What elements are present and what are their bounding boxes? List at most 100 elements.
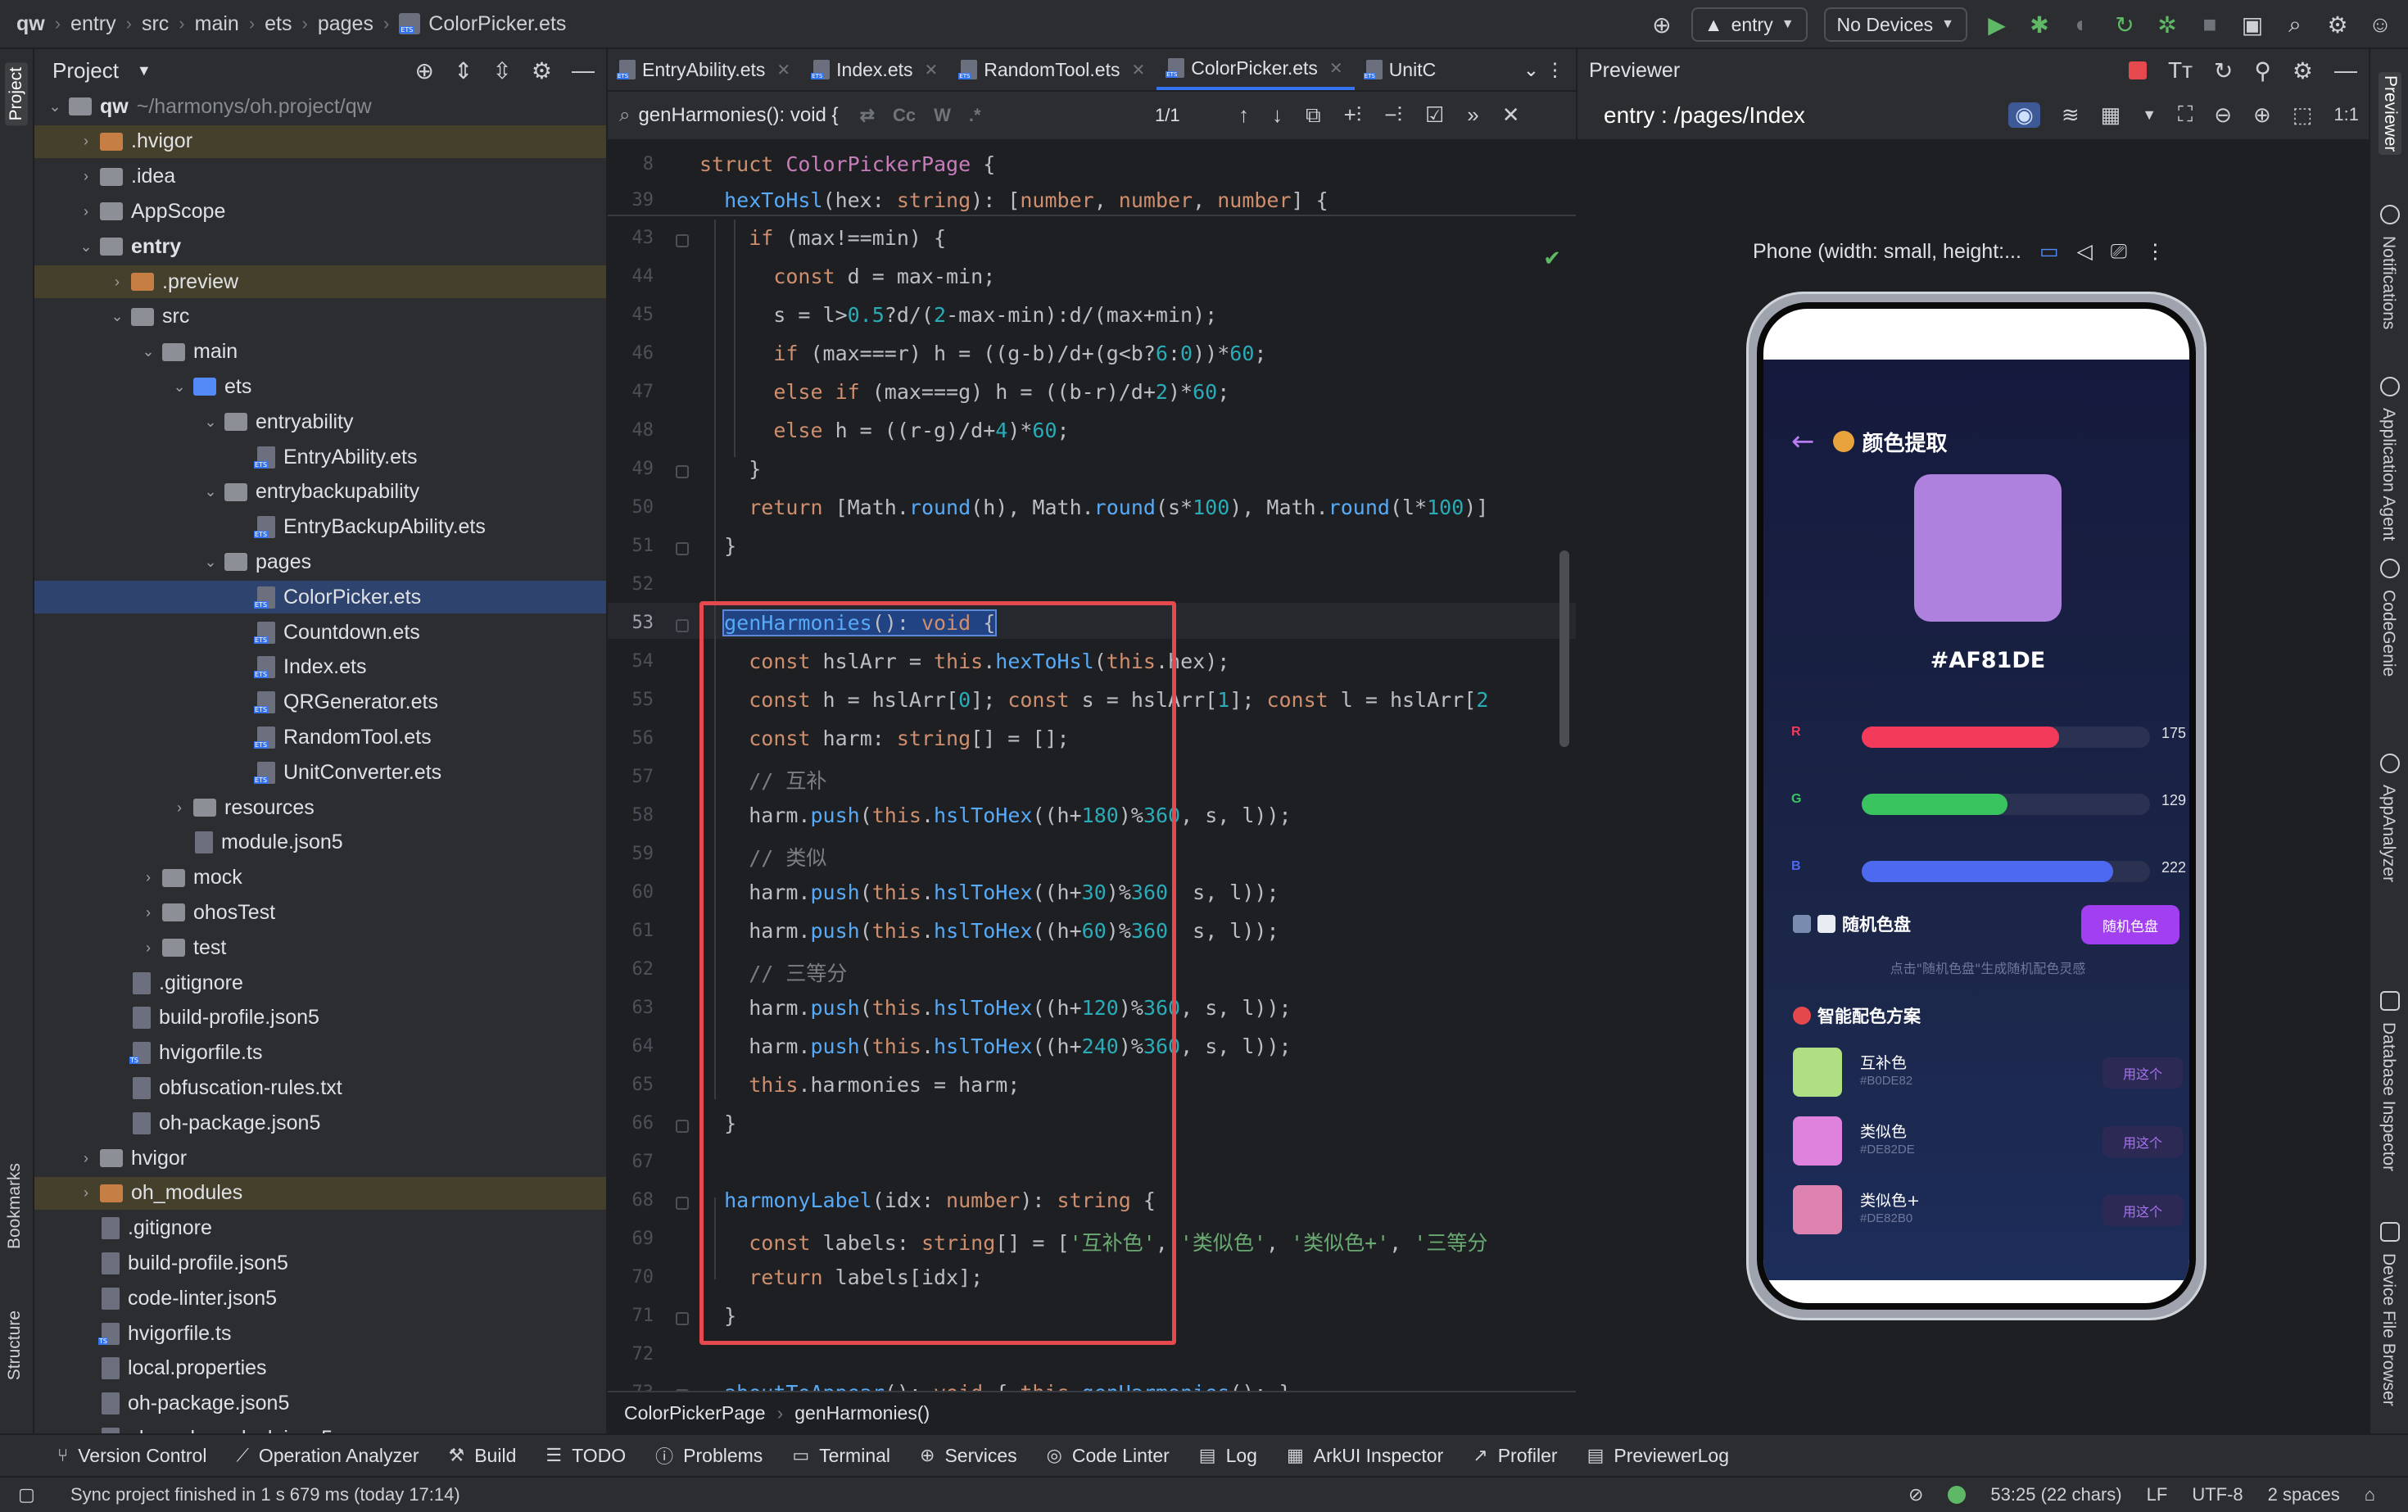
tree-item[interactable]: ColorPicker.ets xyxy=(34,581,606,614)
use-harmony-button[interactable]: 用这个 xyxy=(2102,1126,2183,1157)
tree-item[interactable]: code-linter.json5 xyxy=(34,1282,606,1315)
tree-item[interactable]: .gitignore xyxy=(34,1212,606,1245)
tool-window-problems[interactable]: ⓘ Problems xyxy=(655,1442,763,1469)
editor-tab[interactable]: Index.ets ✕ xyxy=(802,49,949,90)
account-icon[interactable]: ☺ xyxy=(2367,11,2393,38)
tree-item[interactable]: EntryBackupAbility.ets xyxy=(34,511,606,544)
chevron-right-icon[interactable]: › xyxy=(170,799,188,817)
add-selection-icon[interactable]: +⫶ xyxy=(1344,102,1362,129)
close-tab-icon[interactable]: ✕ xyxy=(1329,58,1343,79)
channel-slider-b[interactable]: B 222 xyxy=(1791,854,2186,887)
remove-selection-icon[interactable]: −⫶ xyxy=(1384,102,1402,129)
code-area[interactable]: 8 struct ColorPickerPage {39 hexToHsl(hex… xyxy=(608,141,1576,1433)
stop-preview-icon[interactable] xyxy=(2128,61,2147,79)
chevron-right-icon[interactable]: › xyxy=(77,133,95,150)
fold-marker-icon[interactable] xyxy=(676,619,689,632)
tree-item[interactable]: hvigorfile.ts xyxy=(34,1317,606,1350)
chevron-right-icon[interactable]: › xyxy=(77,1150,95,1167)
codegenie-tool-tab[interactable]: CodeGenie xyxy=(2379,590,2398,677)
chevron-down-icon[interactable]: ⌄ xyxy=(46,98,64,115)
tree-item[interactable]: › ohosTest xyxy=(34,896,606,929)
panel-toggle-icon[interactable]: ▢ xyxy=(18,1484,35,1505)
tool-window-previewerlog[interactable]: ▤ PreviewerLog xyxy=(1587,1445,1729,1467)
editor-tab[interactable]: ColorPicker.ets ✕ xyxy=(1156,49,1355,90)
chevron-right-icon[interactable]: › xyxy=(108,274,126,291)
code-line[interactable]: } xyxy=(699,534,736,558)
options-gear-icon[interactable]: ⚙ xyxy=(532,57,552,84)
previewer-tool-tab[interactable]: Previewer xyxy=(2379,72,2401,156)
hide-panel-icon[interactable]: — xyxy=(572,57,595,84)
fold-marker-icon[interactable] xyxy=(676,234,689,247)
more-vertical-icon[interactable]: ⋮ xyxy=(1546,59,1564,81)
power-save-icon[interactable]: ⊘ xyxy=(1908,1484,1923,1505)
target-icon[interactable]: ⊕ xyxy=(1649,11,1675,38)
tree-item[interactable]: build-profile.json5 xyxy=(34,1002,606,1034)
status-message[interactable]: Sync project finished in 1 s 679 ms (tod… xyxy=(0,1484,460,1505)
breadcrumb-item[interactable]: ets xyxy=(265,12,292,36)
one-to-one-icon[interactable]: 1:1 xyxy=(2333,104,2359,125)
multi-device-icon[interactable]: ▦ xyxy=(2101,102,2121,128)
editor-scrollbar[interactable] xyxy=(1559,550,1569,747)
device-screen-icon[interactable]: ▭ xyxy=(2039,239,2059,264)
fold-marker-icon[interactable] xyxy=(676,465,689,478)
breadcrumb-struct[interactable]: ColorPickerPage xyxy=(624,1402,766,1424)
tool-window-build[interactable]: ⚒ Build xyxy=(448,1445,516,1467)
more-vertical-icon[interactable]: ⋮ xyxy=(2145,239,2166,264)
use-harmony-button[interactable]: 用这个 xyxy=(2102,1195,2183,1226)
chevron-down-icon[interactable]: ⌄ xyxy=(201,414,220,431)
tree-item[interactable]: EntryAbility.ets xyxy=(34,441,606,473)
channel-slider-g[interactable]: G 129 xyxy=(1791,787,2186,820)
debug-icon[interactable]: ✱ xyxy=(2026,11,2053,38)
sticky-scroll-header[interactable]: 8 struct ColorPickerPage {39 hexToHsl(hex… xyxy=(608,141,1576,216)
tree-item[interactable]: oh-package.json5 xyxy=(34,1107,606,1139)
tree-item[interactable]: › .idea xyxy=(34,161,606,193)
notifications-tool-tab[interactable]: Notifications xyxy=(2379,236,2398,329)
tree-item[interactable]: ⌄ entryability xyxy=(34,405,606,438)
settings-gear-icon[interactable]: ⚙ xyxy=(2324,11,2351,38)
tree-item[interactable]: ⌄ pages xyxy=(34,545,606,578)
refresh-icon[interactable]: ↻ xyxy=(2214,57,2233,84)
tree-item[interactable]: build-profile.json5 xyxy=(34,1247,606,1279)
editor-tab[interactable]: RandomTool.ets ✕ xyxy=(949,49,1156,90)
original-size-icon[interactable]: ⬚ xyxy=(2293,102,2313,128)
rotate-icon[interactable]: ⎚ xyxy=(2111,240,2127,264)
device-select[interactable]: No Devices ▼ xyxy=(1823,7,1967,42)
code-line[interactable]: else if (max===g) h = ((b-r)/d+2)*60; xyxy=(699,380,1229,404)
tree-item[interactable]: › oh_modules xyxy=(34,1176,606,1210)
tool-window-services[interactable]: ⊕ Services xyxy=(920,1445,1017,1467)
tool-window-profiler[interactable]: ↗ Profiler xyxy=(1473,1445,1557,1467)
sticky-code-line[interactable]: hexToHsl(hex: string): [number, number, … xyxy=(699,188,1328,212)
clear-history-icon[interactable]: ⇄ xyxy=(860,105,875,126)
chevron-down-icon[interactable]: ⌄ xyxy=(77,238,95,256)
breadcrumb-item[interactable]: entry xyxy=(70,12,116,36)
previous-match-icon[interactable]: ↑ xyxy=(1238,102,1249,129)
lock-icon[interactable]: ⌂ xyxy=(2365,1484,2375,1505)
database-inspector-tool-tab[interactable]: Database Inspector xyxy=(2379,1022,2398,1171)
match-case-toggle[interactable]: Cc xyxy=(893,105,916,126)
fold-marker-icon[interactable] xyxy=(676,542,689,555)
fold-marker-icon[interactable] xyxy=(676,1197,689,1210)
profile-icon[interactable]: ✲ xyxy=(2154,11,2180,38)
zoom-out-icon[interactable]: ⊖ xyxy=(2214,102,2232,128)
find-query-input[interactable]: genHarmonies(): void { xyxy=(638,104,838,127)
tool-window-todo[interactable]: ☰ TODO xyxy=(545,1445,626,1467)
tree-item[interactable]: ⌄ main xyxy=(34,336,606,369)
slider-track[interactable] xyxy=(1862,727,2150,748)
tree-item[interactable]: › mock xyxy=(34,862,606,894)
breadcrumb-item[interactable]: main xyxy=(195,12,239,36)
tree-item[interactable]: › resources xyxy=(34,791,606,824)
font-size-icon[interactable]: Tт xyxy=(2168,57,2193,84)
use-harmony-button[interactable]: 用这个 xyxy=(2102,1057,2183,1089)
close-tab-icon[interactable]: ✕ xyxy=(776,60,790,80)
hot-reload-icon[interactable]: ↻ xyxy=(2112,11,2138,38)
device-file-browser-tool-tab[interactable]: Device File Browser xyxy=(2379,1253,2398,1406)
chevron-right-icon[interactable]: › xyxy=(139,869,157,886)
hide-panel-icon[interactable]: — xyxy=(2334,57,2357,84)
close-find-icon[interactable]: ✕ xyxy=(1502,102,1520,129)
line-separator[interactable]: LF xyxy=(2147,1484,2168,1505)
stop-icon[interactable]: ■ xyxy=(2197,11,2223,38)
clear-icon[interactable]: ⚲ xyxy=(2254,57,2271,84)
tree-item[interactable]: ⌄ entry xyxy=(34,230,606,263)
tree-item[interactable]: ⌄ entrybackupability xyxy=(34,476,606,509)
chevron-down-icon[interactable]: ⌄ xyxy=(170,378,188,396)
